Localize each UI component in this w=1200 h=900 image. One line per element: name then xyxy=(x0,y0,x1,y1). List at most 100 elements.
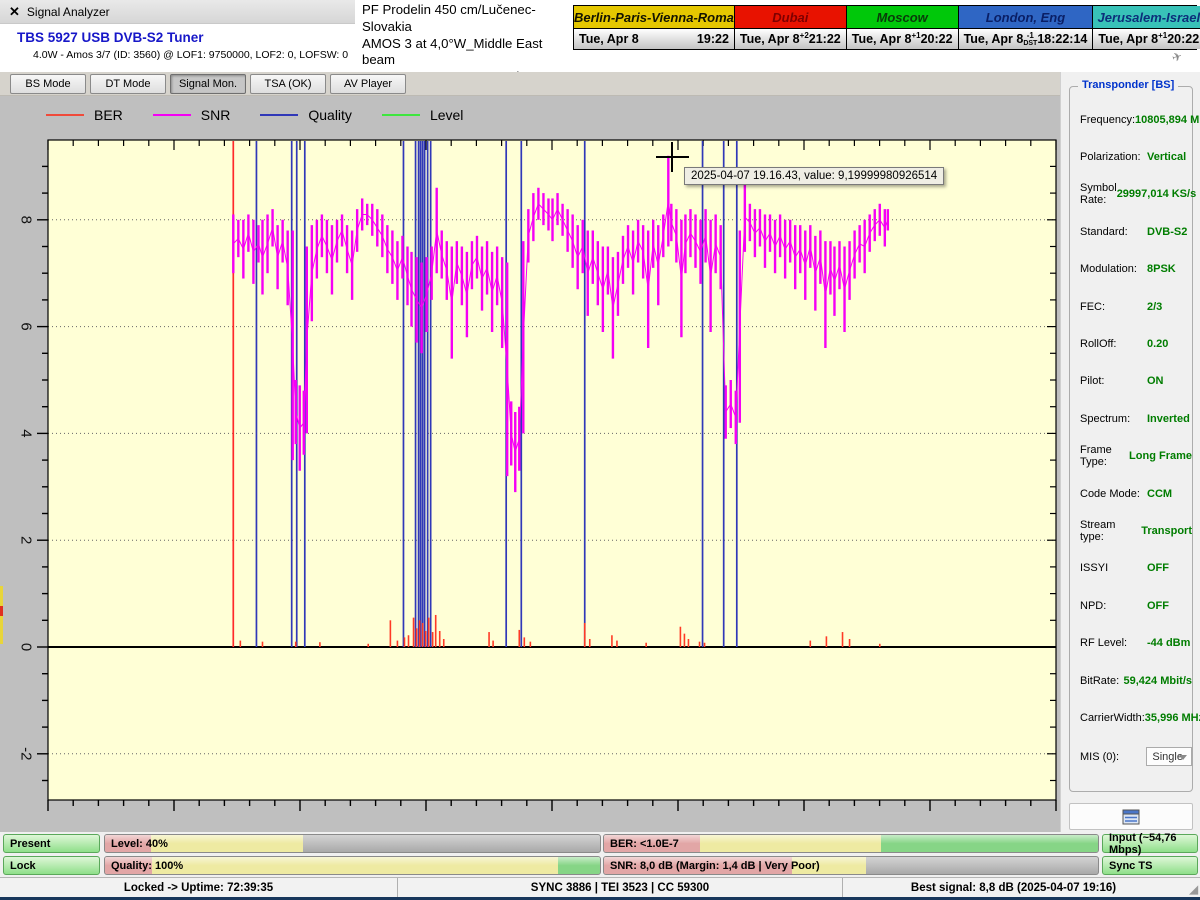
transponder-row: CarrierWidth:35,996 MHz xyxy=(1070,699,1192,736)
transponder-row: FEC:2/3 xyxy=(1070,288,1192,325)
clock-date: Tue, Apr 8 xyxy=(579,32,639,46)
y-axis-label: -2 xyxy=(18,747,35,760)
transponder-label: RF Level: xyxy=(1070,637,1147,649)
y-axis-label: 0 xyxy=(18,643,35,651)
transponder-row: RF Level:-44 dBm xyxy=(1070,624,1192,661)
clock-utc-offset xyxy=(639,29,697,49)
transponder-value: 8PSK xyxy=(1147,263,1176,275)
transponder-value: -44 dBm xyxy=(1147,637,1190,649)
tab-dt-mode[interactable]: DT Mode xyxy=(90,74,166,94)
clock-utc-offset: +1 xyxy=(911,29,920,49)
transponder-row: Stream type:Transport xyxy=(1070,512,1192,549)
status-bar: Locked -> Uptime: 72:39:35 SYNC 3886 | T… xyxy=(0,877,1200,897)
transponder-value: OFF xyxy=(1147,600,1169,612)
window-title-bar[interactable]: ✕ Signal Analyzer xyxy=(0,0,355,24)
clock-time-row: Tue, Apr 8+221:22 xyxy=(735,29,846,49)
transponder-value: 0.20 xyxy=(1147,338,1168,350)
save-report-button[interactable] xyxy=(1069,803,1193,830)
transponder-value: OFF xyxy=(1147,562,1169,574)
clock-city-label: London, Eng xyxy=(959,6,1093,29)
transponder-label: Spectrum: xyxy=(1070,413,1147,425)
bar-segment xyxy=(152,857,558,874)
tab-tsa-ok[interactable]: TSA (OK) xyxy=(250,74,326,94)
crosshair-icon xyxy=(671,142,673,172)
tuner-subtitle: 4.0W - Amos 3/7 (ID: 3560) @ LOF1: 97500… xyxy=(0,45,355,61)
signal-monitor-chart: BERSNRQualityLevel -202468 2025-04-07 19… xyxy=(0,96,1060,832)
clock-time: 20:22 xyxy=(1167,32,1199,46)
ber-progressbar: BER: <1.0E-7 xyxy=(603,834,1099,853)
transponder-value: CCM xyxy=(1147,488,1172,500)
transponder-row: Frame Type:Long Frame xyxy=(1070,438,1192,475)
transponder-row: Standard:DVB-S2 xyxy=(1070,213,1192,250)
transponder-value: Inverted xyxy=(1147,413,1190,425)
clock-time-row: Tue, Apr 8+120:22 xyxy=(847,29,958,49)
world-clock: MoscowTue, Apr 8+120:22 xyxy=(847,6,959,49)
transponder-row: Frequency:10805,894 MHz xyxy=(1070,101,1192,138)
tuner-title: TBS 5927 USB DVB-S2 Tuner xyxy=(0,24,355,45)
clock-utc-offset: -1DST xyxy=(1023,29,1037,49)
tab-signal-mon[interactable]: Signal Mon. xyxy=(170,74,246,94)
clock-time: 20:22 xyxy=(921,32,953,46)
clock-utc-offset: +2 xyxy=(800,29,809,49)
transponder-label: Modulation: xyxy=(1070,263,1147,275)
clock-time-row: Tue, Apr 8-1DST18:22:14 xyxy=(959,29,1093,49)
chart-plot[interactable]: -202468 xyxy=(0,96,1060,832)
clock-city-label: Dubai xyxy=(735,6,846,29)
transponder-row: Spectrum:Inverted xyxy=(1070,400,1192,437)
y-axis-label: 8 xyxy=(18,216,35,224)
transponder-label: Frame Type: xyxy=(1070,444,1129,468)
level-progressbar: Level: 40% xyxy=(104,834,601,853)
transponder-label: FEC: xyxy=(1070,301,1147,313)
transponder-groupbox: Transponder [BS] Frequency:10805,894 MHz… xyxy=(1069,86,1193,792)
transponder-label: Polarization: xyxy=(1070,151,1147,163)
tab-av-player[interactable]: AV Player xyxy=(330,74,406,94)
transponder-row: Modulation:8PSK xyxy=(1070,251,1192,288)
transponder-label: Frequency: xyxy=(1070,114,1135,126)
transponder-row: NPD:OFF xyxy=(1070,587,1192,624)
transponder-row: ISSYIOFF xyxy=(1070,550,1192,587)
window-title: Signal Analyzer xyxy=(27,5,110,19)
clocks-area: Berlin-Paris-Vienna-Roma Tue, Apr 8 19:22 D… xyxy=(570,0,1200,72)
world-clock: London, EngTue, Apr 8-1DST18:22:14 xyxy=(959,6,1094,49)
transponder-row: Polarization:Vertical xyxy=(1070,138,1192,175)
clock-date: Tue, Apr 8 xyxy=(852,32,912,46)
y-axis-label: 6 xyxy=(18,322,35,330)
background-window-sliver xyxy=(0,586,3,644)
mis-label: MIS (0): xyxy=(1070,751,1146,763)
transponder-row: Pilot:ON xyxy=(1070,363,1192,400)
transponder-row: Code Mode:CCM xyxy=(1070,475,1192,512)
input-rate-badge: Input (~54,76 Mbps) xyxy=(1102,834,1198,853)
statusbar-best-signal: Best signal: 8,8 dB (2025-04-07 19:16) xyxy=(843,878,1184,897)
clock-date: Tue, Apr 8 xyxy=(964,32,1024,46)
world-clocks-panel: Berlin-Paris-Vienna-Roma Tue, Apr 8 19:22 D… xyxy=(573,5,1197,50)
transponder-label: BitRate: xyxy=(1070,675,1124,687)
station-info-block: PF Prodelin 450 cm/Lučenec-SlovakiaAMOS … xyxy=(355,0,570,72)
statusbar-uptime: Locked -> Uptime: 72:39:35 xyxy=(0,878,398,897)
transponder-value: 2/3 xyxy=(1147,301,1162,313)
mis-select[interactable]: Single xyxy=(1146,747,1192,766)
app-icon: ✕ xyxy=(9,5,20,18)
transponder-value: 59,424 Mbit/s xyxy=(1124,675,1192,687)
clock-city-label: Berlin-Paris-Vienna-Roma xyxy=(574,6,734,29)
clock-city-label: Jerusalem-Israel xyxy=(1093,6,1200,29)
y-axis-label: 4 xyxy=(18,429,35,437)
transponder-title: Transponder [BS] xyxy=(1078,79,1178,91)
transponder-value: DVB-S2 xyxy=(1147,226,1187,238)
transponder-label: Pilot: xyxy=(1070,375,1147,387)
transponder-label: RollOff: xyxy=(1070,338,1147,350)
transponder-label: Symbol Rate: xyxy=(1070,182,1117,206)
clock-city-label: Moscow xyxy=(847,6,958,29)
resize-grip[interactable]: ◢ xyxy=(1184,878,1200,897)
lock-badge: Lock xyxy=(3,856,100,875)
clock-time-row: Tue, Apr 8+120:22 xyxy=(1093,29,1200,49)
transponder-value: 10805,894 MHz xyxy=(1135,114,1200,126)
tab-bs-mode[interactable]: BS Mode xyxy=(10,74,86,94)
bottom-status-panel: Present Lock Level: 40% Quality: 100% BE… xyxy=(0,832,1200,877)
transponder-label: Stream type: xyxy=(1070,519,1141,543)
snr-bar-label: SNR: 8,0 dB (Margin: 1,4 dB | Very Poor) xyxy=(610,857,820,874)
transponder-label: ISSYI xyxy=(1070,562,1147,574)
clock-time: 19:22 xyxy=(697,32,729,46)
station-info-line: AMOS 3 at 4,0°W_Middle East beam xyxy=(362,36,570,70)
mis-row: MIS (0):Single xyxy=(1070,737,1192,777)
clock-time: 21:22 xyxy=(809,32,841,46)
